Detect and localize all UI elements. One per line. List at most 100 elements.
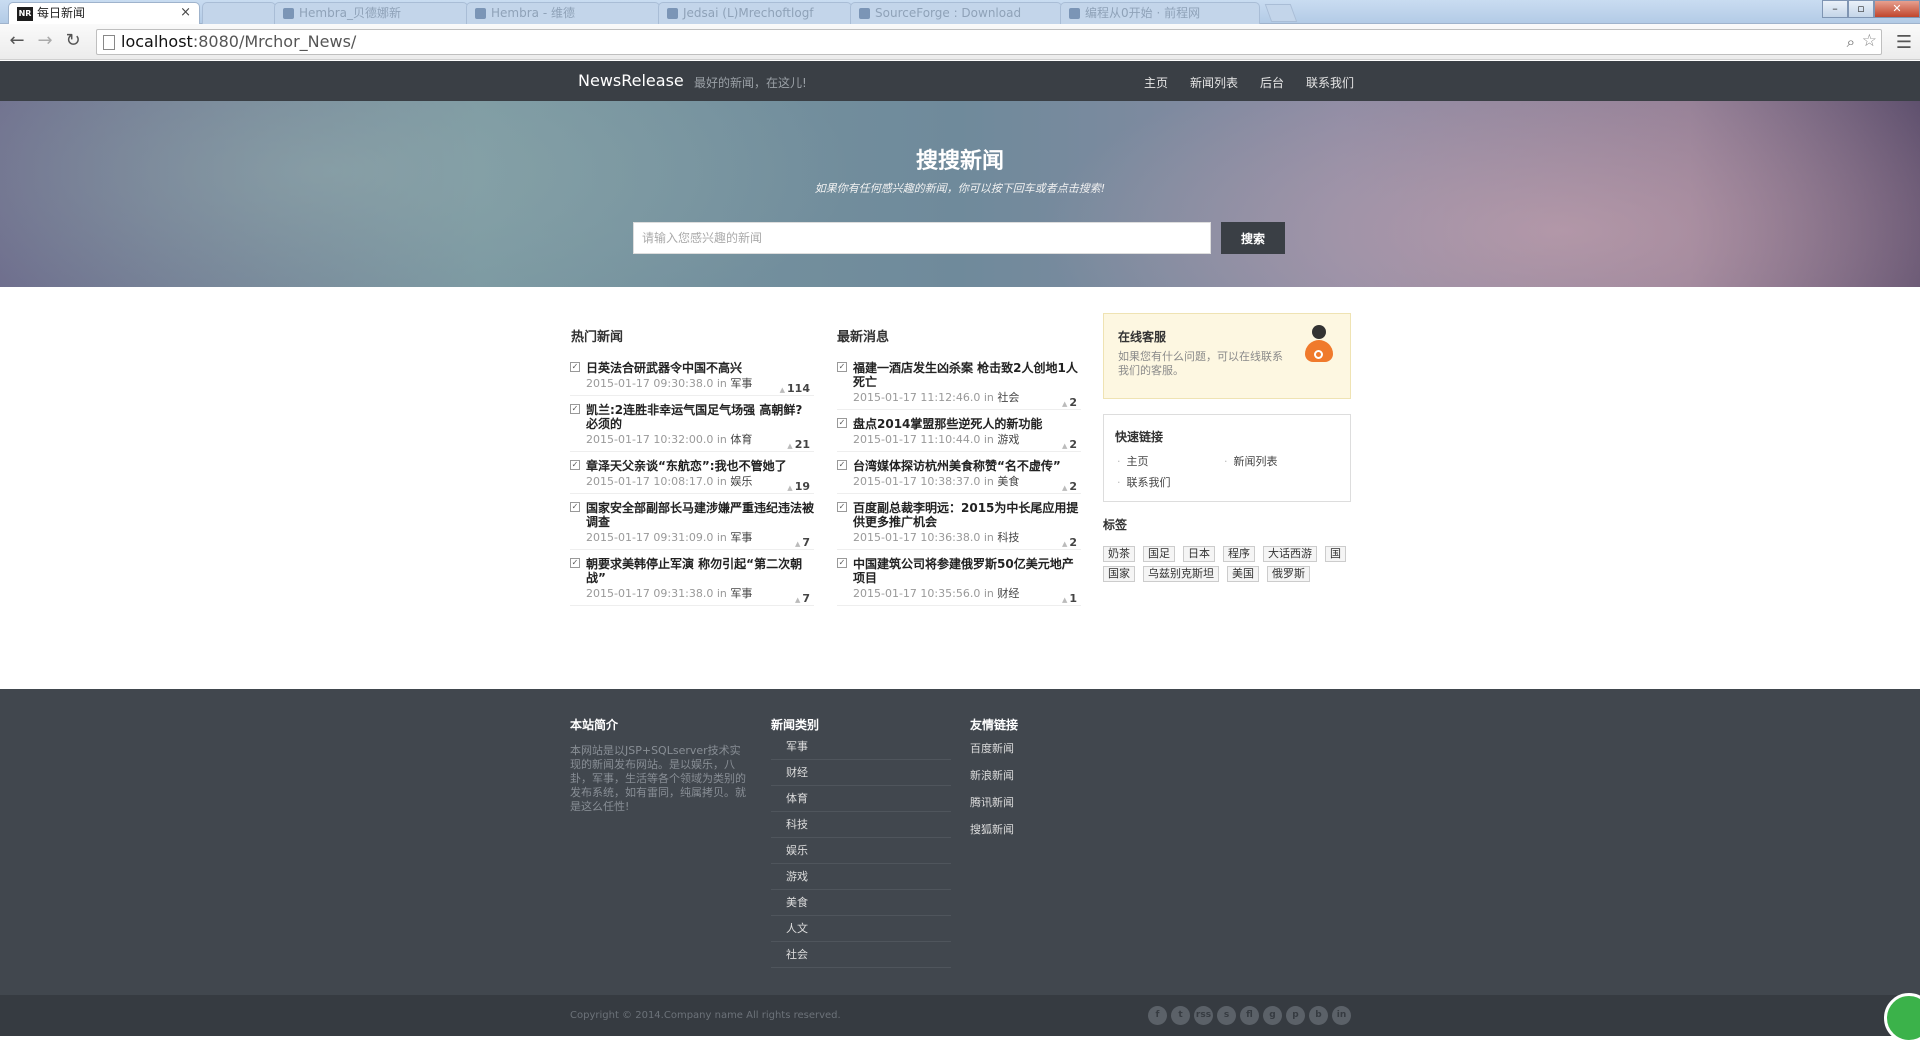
news-title[interactable]: 福建一酒店发生凶杀案 枪击致2人创地1人死亡 bbox=[853, 361, 1081, 389]
quick-link-news-list[interactable]: 新闻列表 bbox=[1224, 453, 1278, 469]
social-icon-fl[interactable]: fl bbox=[1240, 1006, 1259, 1025]
news-meta: 2015-01-17 11:12:46.0 in 社会 bbox=[853, 390, 1081, 405]
view-count-icon: ▲ bbox=[1061, 484, 1068, 492]
news-in-label: in bbox=[716, 531, 727, 544]
social-icon-p[interactable]: p bbox=[1286, 1006, 1305, 1025]
footer-category-item[interactable]: 体育 bbox=[771, 786, 951, 812]
social-icon-g[interactable]: g bbox=[1263, 1006, 1282, 1025]
quick-link-contact[interactable]: 联系我们 bbox=[1117, 474, 1171, 490]
news-title[interactable]: 朝要求美韩停止军演 称勿引起“第二次朝战” bbox=[586, 557, 814, 585]
nav-link-news-list[interactable]: 新闻列表 bbox=[1190, 74, 1238, 91]
footer-category-item[interactable]: 科技 bbox=[771, 812, 951, 838]
news-category[interactable]: 社会 bbox=[997, 391, 1019, 404]
tag-item[interactable]: 乌兹别克斯坦 bbox=[1143, 566, 1219, 582]
back-arrow-icon[interactable]: ← bbox=[6, 31, 28, 53]
footer-category-item[interactable]: 美食 bbox=[771, 890, 951, 916]
browser-tab-3[interactable]: Hembra - 维德 bbox=[466, 2, 660, 24]
address-bar[interactable]: localhost:8080/Mrchor_News/ ⌕ ☆ bbox=[96, 29, 1882, 55]
news-item[interactable]: ✓ 盘点2014掌盟那些逆死人的新功能 2015-01-17 11:10:44.0 … bbox=[837, 416, 1081, 452]
footer-friend-link[interactable]: 搜狐新闻 bbox=[970, 816, 1014, 843]
news-category[interactable]: 军事 bbox=[730, 377, 752, 390]
window-close-icon[interactable]: ✕ bbox=[1874, 0, 1920, 18]
browser-tab-2[interactable]: Hembra_贝德娜新 bbox=[274, 2, 468, 24]
tag-item[interactable]: 国家 bbox=[1103, 566, 1135, 582]
social-icon-f[interactable]: f bbox=[1148, 1006, 1167, 1025]
news-category[interactable]: 游戏 bbox=[997, 433, 1019, 446]
news-category[interactable]: 美食 bbox=[997, 475, 1019, 488]
browser-tab-4[interactable]: Jedsai (L)Mrechoftlogf bbox=[658, 2, 852, 24]
news-category[interactable]: 娱乐 bbox=[730, 475, 752, 488]
new-tab-button[interactable] bbox=[1264, 4, 1298, 22]
news-category[interactable]: 科技 bbox=[997, 531, 1019, 544]
tag-item[interactable]: 俄罗斯 bbox=[1267, 566, 1310, 582]
news-category[interactable]: 财经 bbox=[997, 587, 1019, 600]
browser-tab-5[interactable]: SourceForge : Download bbox=[850, 2, 1062, 24]
tag-item[interactable]: 奶茶 bbox=[1103, 546, 1135, 562]
footer-friend-link[interactable]: 腾讯新闻 bbox=[970, 789, 1014, 816]
news-item[interactable]: ✓ 台湾媒体探访杭州美食称赞“名不虚传” 2015-01-17 10:38:37.0… bbox=[837, 458, 1081, 494]
news-title[interactable]: 台湾媒体探访杭州美食称赞“名不虚传” bbox=[853, 459, 1081, 473]
minimize-icon[interactable]: – bbox=[1822, 0, 1848, 18]
footer-category-item[interactable]: 军事 bbox=[771, 734, 951, 760]
search-icon[interactable]: ⌕ bbox=[1847, 33, 1855, 51]
tag-item[interactable]: 美国 bbox=[1227, 566, 1259, 582]
footer-category-item[interactable]: 娱乐 bbox=[771, 838, 951, 864]
news-item[interactable]: ✓ 中国建筑公司将参建俄罗斯50亿美元地产项目 2015-01-17 10:35:5… bbox=[837, 556, 1081, 606]
news-item[interactable]: ✓ 百度副总裁李明远：2015为中长尾应用提供更多推广机会 2015-01-17 1… bbox=[837, 500, 1081, 550]
footer-category-item[interactable]: 财经 bbox=[771, 760, 951, 786]
search-input[interactable] bbox=[633, 222, 1211, 254]
news-title[interactable]: 盘点2014掌盟那些逆死人的新功能 bbox=[853, 417, 1081, 431]
customer-service-icon[interactable] bbox=[1299, 325, 1339, 373]
footer-category-item[interactable]: 人文 bbox=[771, 916, 951, 942]
tag-item[interactable]: 国足 bbox=[1143, 546, 1175, 562]
social-icon-rss[interactable]: rss bbox=[1194, 1006, 1213, 1025]
forward-arrow-icon[interactable]: → bbox=[34, 31, 56, 53]
tag-item[interactable]: 程序 bbox=[1223, 546, 1255, 562]
news-title[interactable]: 章泽天父亲谈“东航恋”:我也不管她了 bbox=[586, 459, 814, 473]
news-category[interactable]: 体育 bbox=[730, 433, 752, 446]
tab-close-icon[interactable]: × bbox=[180, 3, 191, 23]
site-brand[interactable]: NewsRelease bbox=[578, 71, 684, 90]
news-title[interactable]: 凯兰:2连胜非幸运气国足气场强 高朝鲜?必须的 bbox=[586, 403, 814, 431]
quick-link-home[interactable]: 主页 bbox=[1117, 453, 1149, 469]
nav-link-contact[interactable]: 联系我们 bbox=[1306, 74, 1354, 91]
social-icon-b[interactable]: b bbox=[1309, 1006, 1328, 1025]
news-category[interactable]: 军事 bbox=[730, 531, 752, 544]
news-item[interactable]: ✓ 朝要求美韩停止军演 称勿引起“第二次朝战” 2015-01-17 09:31:3… bbox=[570, 556, 814, 606]
reload-icon[interactable]: ↻ bbox=[62, 31, 84, 53]
footer-category-item[interactable]: 游戏 bbox=[771, 864, 951, 890]
browser-menu-icon[interactable]: ☰ bbox=[1896, 32, 1912, 53]
view-count-value: 7 bbox=[802, 536, 810, 549]
browser-toolbar: ← → ↻ localhost:8080/Mrchor_News/ ⌕ ☆ ☰ bbox=[0, 24, 1920, 60]
browser-tab-1[interactable] bbox=[202, 2, 276, 24]
news-item[interactable]: ✓ 凯兰:2连胜非幸运气国足气场强 高朝鲜?必须的 2015-01-17 10:32… bbox=[570, 402, 814, 452]
browser-tab-6[interactable]: 编程从0开始 · 前程网 bbox=[1060, 2, 1260, 24]
news-item[interactable]: ✓ 国家安全部副部长马建涉嫌严重违纪违法被调查 2015-01-17 09:31:0… bbox=[570, 500, 814, 550]
news-title[interactable]: 日英法合研武器令中国不高兴 bbox=[586, 361, 814, 375]
social-icon-s[interactable]: s bbox=[1217, 1006, 1236, 1025]
news-item[interactable]: ✓ 福建一酒店发生凶杀案 枪击致2人创地1人死亡 2015-01-17 11:12:… bbox=[837, 360, 1081, 410]
footer-friend-link[interactable]: 新浪新闻 bbox=[970, 762, 1014, 789]
footer-category-item[interactable]: 社会 bbox=[771, 942, 951, 968]
tag-item[interactable]: 国 bbox=[1325, 546, 1346, 562]
footer-friend-link[interactable]: 百度新闻 bbox=[970, 735, 1014, 762]
nav-link-home[interactable]: 主页 bbox=[1144, 74, 1168, 91]
view-count: ▲ 2 bbox=[1062, 536, 1077, 549]
online-service-box[interactable]: 在线客服 如果您有什么问题，可以在线联系我们的客服。 bbox=[1103, 313, 1351, 399]
news-time: 2015-01-17 09:31:38.0 bbox=[586, 587, 714, 600]
news-title[interactable]: 百度副总裁李明远：2015为中长尾应用提供更多推广机会 bbox=[853, 501, 1081, 529]
news-item[interactable]: ✓ 日英法合研武器令中国不高兴 2015-01-17 09:30:38.0 in 军… bbox=[570, 360, 814, 396]
news-title[interactable]: 中国建筑公司将参建俄罗斯50亿美元地产项目 bbox=[853, 557, 1081, 585]
browser-tab-active[interactable]: NR 每日新闻 × bbox=[8, 2, 200, 24]
tag-item[interactable]: 大话西游 bbox=[1263, 546, 1317, 562]
bookmark-star-icon[interactable]: ☆ bbox=[1862, 31, 1877, 51]
search-button[interactable]: 搜索 bbox=[1221, 222, 1285, 254]
tag-item[interactable]: 日本 bbox=[1183, 546, 1215, 562]
news-title[interactable]: 国家安全部副部长马建涉嫌严重违纪违法被调查 bbox=[586, 501, 814, 529]
news-item[interactable]: ✓ 章泽天父亲谈“东航恋”:我也不管她了 2015-01-17 10:08:17.0… bbox=[570, 458, 814, 494]
social-icon-t[interactable]: t bbox=[1171, 1006, 1190, 1025]
news-category[interactable]: 军事 bbox=[730, 587, 752, 600]
maximize-icon[interactable]: ▫ bbox=[1848, 0, 1874, 18]
nav-link-admin[interactable]: 后台 bbox=[1260, 74, 1284, 91]
social-icon-in[interactable]: in bbox=[1332, 1006, 1351, 1025]
